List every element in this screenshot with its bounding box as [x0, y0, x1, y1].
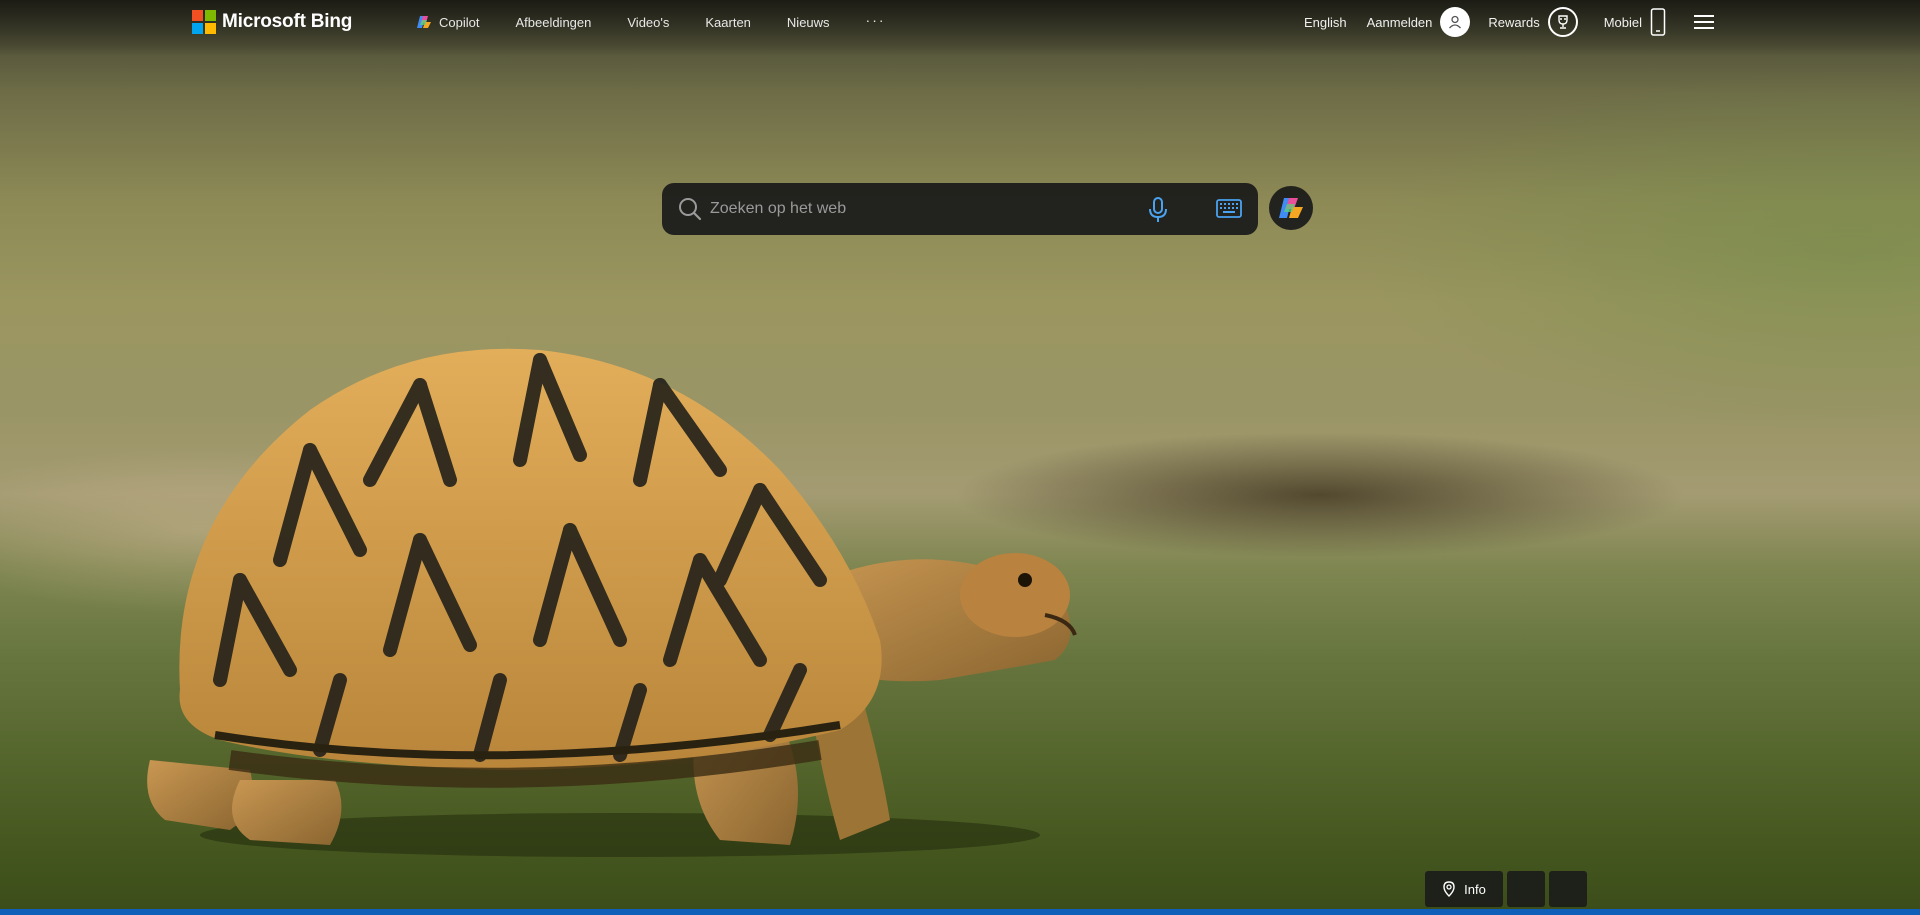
- mobile-button[interactable]: Mobiel: [1604, 8, 1666, 36]
- signin-label: Aanmelden: [1366, 14, 1433, 30]
- bing-logo[interactable]: Microsoft Bing: [192, 10, 352, 34]
- copilot-icon: [1279, 198, 1303, 218]
- copilot-search-button[interactable]: [1269, 186, 1313, 230]
- tortoise-image: [147, 348, 1077, 857]
- nav-videos[interactable]: Video's: [627, 15, 669, 30]
- hamburger-menu-icon[interactable]: [1694, 15, 1714, 29]
- signin-button[interactable]: Aanmelden: [1367, 7, 1471, 37]
- logo-text: Microsoft Bing: [222, 11, 353, 32]
- search-input[interactable]: [710, 193, 1110, 225]
- location-pin-icon: [1443, 881, 1455, 897]
- search-box: [662, 183, 1258, 235]
- next-image-button[interactable]: [1549, 871, 1587, 907]
- nav-news[interactable]: Nieuws: [787, 15, 830, 30]
- microphone-icon[interactable]: [1148, 197, 1168, 223]
- top-nav: Copilot Afbeeldingen Video's Kaarten Nie…: [416, 12, 886, 30]
- nav-images[interactable]: Afbeeldingen: [515, 15, 591, 30]
- microsoft-logo-icon: [192, 10, 216, 34]
- nav-label-news: Nieuws: [786, 14, 830, 30]
- nav-label-videos: Video's: [627, 14, 670, 30]
- phone-icon: [1650, 8, 1666, 36]
- nav-label-maps: Kaarten: [705, 14, 751, 30]
- more-menu-button[interactable]: ···: [866, 12, 886, 28]
- user-icon: [1440, 7, 1471, 37]
- rewards-label: Rewards: [1488, 14, 1540, 30]
- language-switch[interactable]: English: [1304, 15, 1347, 30]
- right-nav: English Aanmelden Rewards Mobiel: [1304, 7, 1714, 37]
- keyboard-icon[interactable]: [1216, 199, 1242, 219]
- rewards-trophy-icon: [1547, 7, 1578, 37]
- nav-maps[interactable]: Kaarten: [705, 15, 751, 30]
- info-label: Info: [1464, 881, 1486, 897]
- copilot-icon: [417, 16, 431, 28]
- top-header: Microsoft Bing Copilot Afbeeldingen Vide…: [0, 0, 1920, 48]
- info-button[interactable]: Info: [1425, 871, 1503, 907]
- accent-bar: [0, 909, 1920, 915]
- image-info-bar: Info: [1425, 871, 1587, 907]
- nav-label-images: Afbeeldingen: [515, 14, 592, 30]
- mobile-label: Mobiel: [1603, 14, 1642, 30]
- nav-label-copilot: Copilot: [439, 14, 480, 30]
- nav-copilot[interactable]: Copilot: [416, 14, 479, 30]
- search-icon: [679, 198, 702, 221]
- rewards-button[interactable]: Rewards: [1488, 7, 1578, 37]
- language-label: English: [1303, 14, 1347, 30]
- previous-image-button[interactable]: [1507, 871, 1545, 907]
